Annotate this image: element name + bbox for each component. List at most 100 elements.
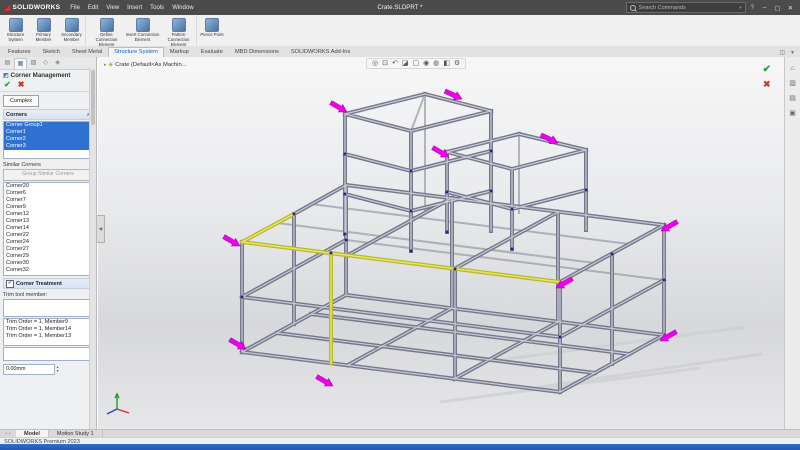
secondary-trim-listbox[interactable] [3,347,93,361]
cancel-button[interactable]: ✖ [18,81,25,89]
menu-item[interactable]: Edit [88,5,98,11]
confirm-cancel-icon[interactable]: ✖ [763,80,771,89]
search-dropdown-icon[interactable]: ▾ [739,5,741,11]
configuration-manager-icon[interactable]: ▧ [28,58,39,69]
menu-item[interactable]: Insert [127,5,142,11]
solidworks-logo-icon: ◢ [4,4,10,12]
section-view-icon[interactable]: ◪ [402,60,409,67]
similar-corner-item[interactable]: Corner7 [4,197,92,204]
display-manager-icon[interactable]: ◈ [52,58,63,69]
command-tab[interactable]: MBD Dimensions [229,47,285,57]
trim-order-item[interactable]: Trim Order = 1, Member13 [4,333,92,340]
menu-item[interactable]: Window [172,5,193,11]
similar-corner-item[interactable]: Corner14 [4,225,92,232]
menu-item[interactable]: Tools [150,5,164,11]
trim-tool-member-listbox[interactable] [3,299,93,317]
search-input[interactable]: Search Commands ▾ [626,2,746,13]
feature-manager-icon[interactable]: ▤ [2,58,13,69]
tabstrip-collapse-icon[interactable]: ▾ [791,49,794,56]
gap-value-input[interactable]: 0.00mm [3,364,55,375]
ribbon-button[interactable]: Pattern Connection Element [161,16,197,47]
view-orientation-icon[interactable]: ▢ [412,60,419,67]
ribbon-button-icon [100,18,114,32]
similar-corner-item[interactable]: Corner13 [4,218,92,225]
origin-triad [107,394,129,414]
zoom-fit-icon[interactable]: ◎ [372,60,378,67]
ribbon-button-label: Primary Member [30,33,57,43]
ribbon-button[interactable]: Secondary Member [58,16,86,47]
similar-corner-item[interactable]: Corner12 [4,211,92,218]
command-tab[interactable]: Markup [164,47,195,57]
similar-corner-item[interactable]: Corner32 [4,267,92,274]
tabstrip-overflow-icon[interactable]: ◫ [779,49,785,56]
feature-breadcrumb[interactable]: ▸ ◈ Crate (Default<As Machin... [104,61,187,68]
complex-mode-tab[interactable]: Complex [3,95,39,107]
windows-taskbar[interactable] [0,444,800,450]
spin-down-icon[interactable]: ▼ [56,370,59,373]
corners-group-header[interactable]: Corners ∧ [3,109,93,120]
maximize-button[interactable]: ▢ [772,4,783,12]
corner-treatment-checkbox[interactable]: ✓ [6,280,14,288]
home-icon[interactable]: ⌂ [790,65,794,72]
similar-corner-item[interactable]: Corner9 [4,204,92,211]
group-similar-corners-button[interactable]: Group Similar Corners [3,169,93,181]
manager-pane-tabs: ▤▦▧◇◈ [0,57,96,70]
corner-treatment-header[interactable]: ✓ Corner Treatment [3,278,93,289]
ribbon-button[interactable]: Primary Member [30,16,57,47]
ok-button[interactable]: ✔ [4,81,11,89]
ribbon-button-icon [205,18,219,32]
gap-value-stepper[interactable]: ▲ ▼ [56,366,59,373]
trim-order-item[interactable]: Trim Order = 1, Member14 [4,326,92,333]
corner-list-item[interactable]: Corner3 [4,143,92,150]
corner-list-item[interactable]: Corner Group1 [4,122,92,129]
trim-order-item[interactable]: Trim Order = 1, Member9 [4,319,92,326]
confirm-ok-icon[interactable]: ✔ [763,65,771,75]
similar-corner-item[interactable]: Corner24 [4,239,92,246]
ribbon-button[interactable]: Pierce Point [200,16,224,47]
help-icon[interactable]: ? [751,5,754,11]
command-tab[interactable]: Sketch [36,47,65,57]
similar-corner-item[interactable]: Corner6 [4,190,92,197]
panel-scrollbar[interactable] [89,68,96,429]
ribbon-button[interactable]: Define Connection Element [89,16,124,47]
corner-list-item[interactable]: Corner2 [4,136,92,143]
breadcrumb-text[interactable]: Crate (Default<As Machin... [115,62,186,68]
close-button[interactable]: ✕ [785,4,796,12]
similar-corners-listbox: Corner20Corner6Corner7Corner9Corner12Cor… [3,182,93,276]
ribbon-button[interactable]: Structure System [2,16,29,47]
similar-corner-item[interactable]: Corner29 [4,253,92,260]
corner-management-icon: ◩ [3,72,9,79]
model-viewport-canvas[interactable] [98,57,784,429]
dimxpert-manager-icon[interactable]: ◇ [40,58,51,69]
confirmation-corner: ✔ ✖ [763,65,771,89]
command-tab[interactable]: Evaluate [195,47,229,57]
menu-item[interactable]: View [106,5,119,11]
similar-corner-item[interactable]: Corner22 [4,232,92,239]
zoom-area-icon[interactable]: ⊡ [382,60,388,67]
ribbon-button-icon [9,18,23,32]
ribbon-button[interactable]: Insert Connection Element [125,16,160,47]
edit-appearance-icon[interactable]: ◧ [443,60,450,67]
command-tab[interactable]: Structure System [108,47,164,57]
command-tab[interactable]: SOLIDWORKS Add-Ins [285,47,356,57]
similar-corner-item[interactable]: Corner20 [4,183,92,190]
hide-show-icon[interactable]: ◍ [433,60,439,67]
previous-view-icon[interactable]: ↶ [392,60,398,67]
property-manager-icon[interactable]: ▦ [14,58,27,69]
view-palette-icon[interactable]: ▣ [789,110,796,117]
display-style-icon[interactable]: ◉ [423,60,429,67]
corner-list-item[interactable]: Corner1 [4,129,92,136]
similar-corner-item[interactable]: Corner30 [4,260,92,267]
file-explorer-icon[interactable]: ▤ [789,95,796,102]
graphics-viewport[interactable]: ▸ ◈ Crate (Default<As Machin... ◎ ⊡ ↶ ◪▢ ◉ ◍ ◧… [98,57,784,429]
corner-treatment-label: Corner Treatment [16,281,62,287]
design-library-icon[interactable]: ▥ [789,80,796,87]
menu-item[interactable]: File [70,5,80,11]
panel-collapse-handle[interactable]: ◀ [97,215,105,243]
view-settings-icon[interactable]: ⚙ [454,60,460,67]
minimize-button[interactable]: – [759,4,770,12]
command-tab[interactable]: Features [2,47,36,57]
panel-scrollbar-thumb[interactable] [91,70,95,125]
similar-corner-item[interactable]: Corner27 [4,246,92,253]
command-tab[interactable]: Sheet Metal [66,47,108,57]
